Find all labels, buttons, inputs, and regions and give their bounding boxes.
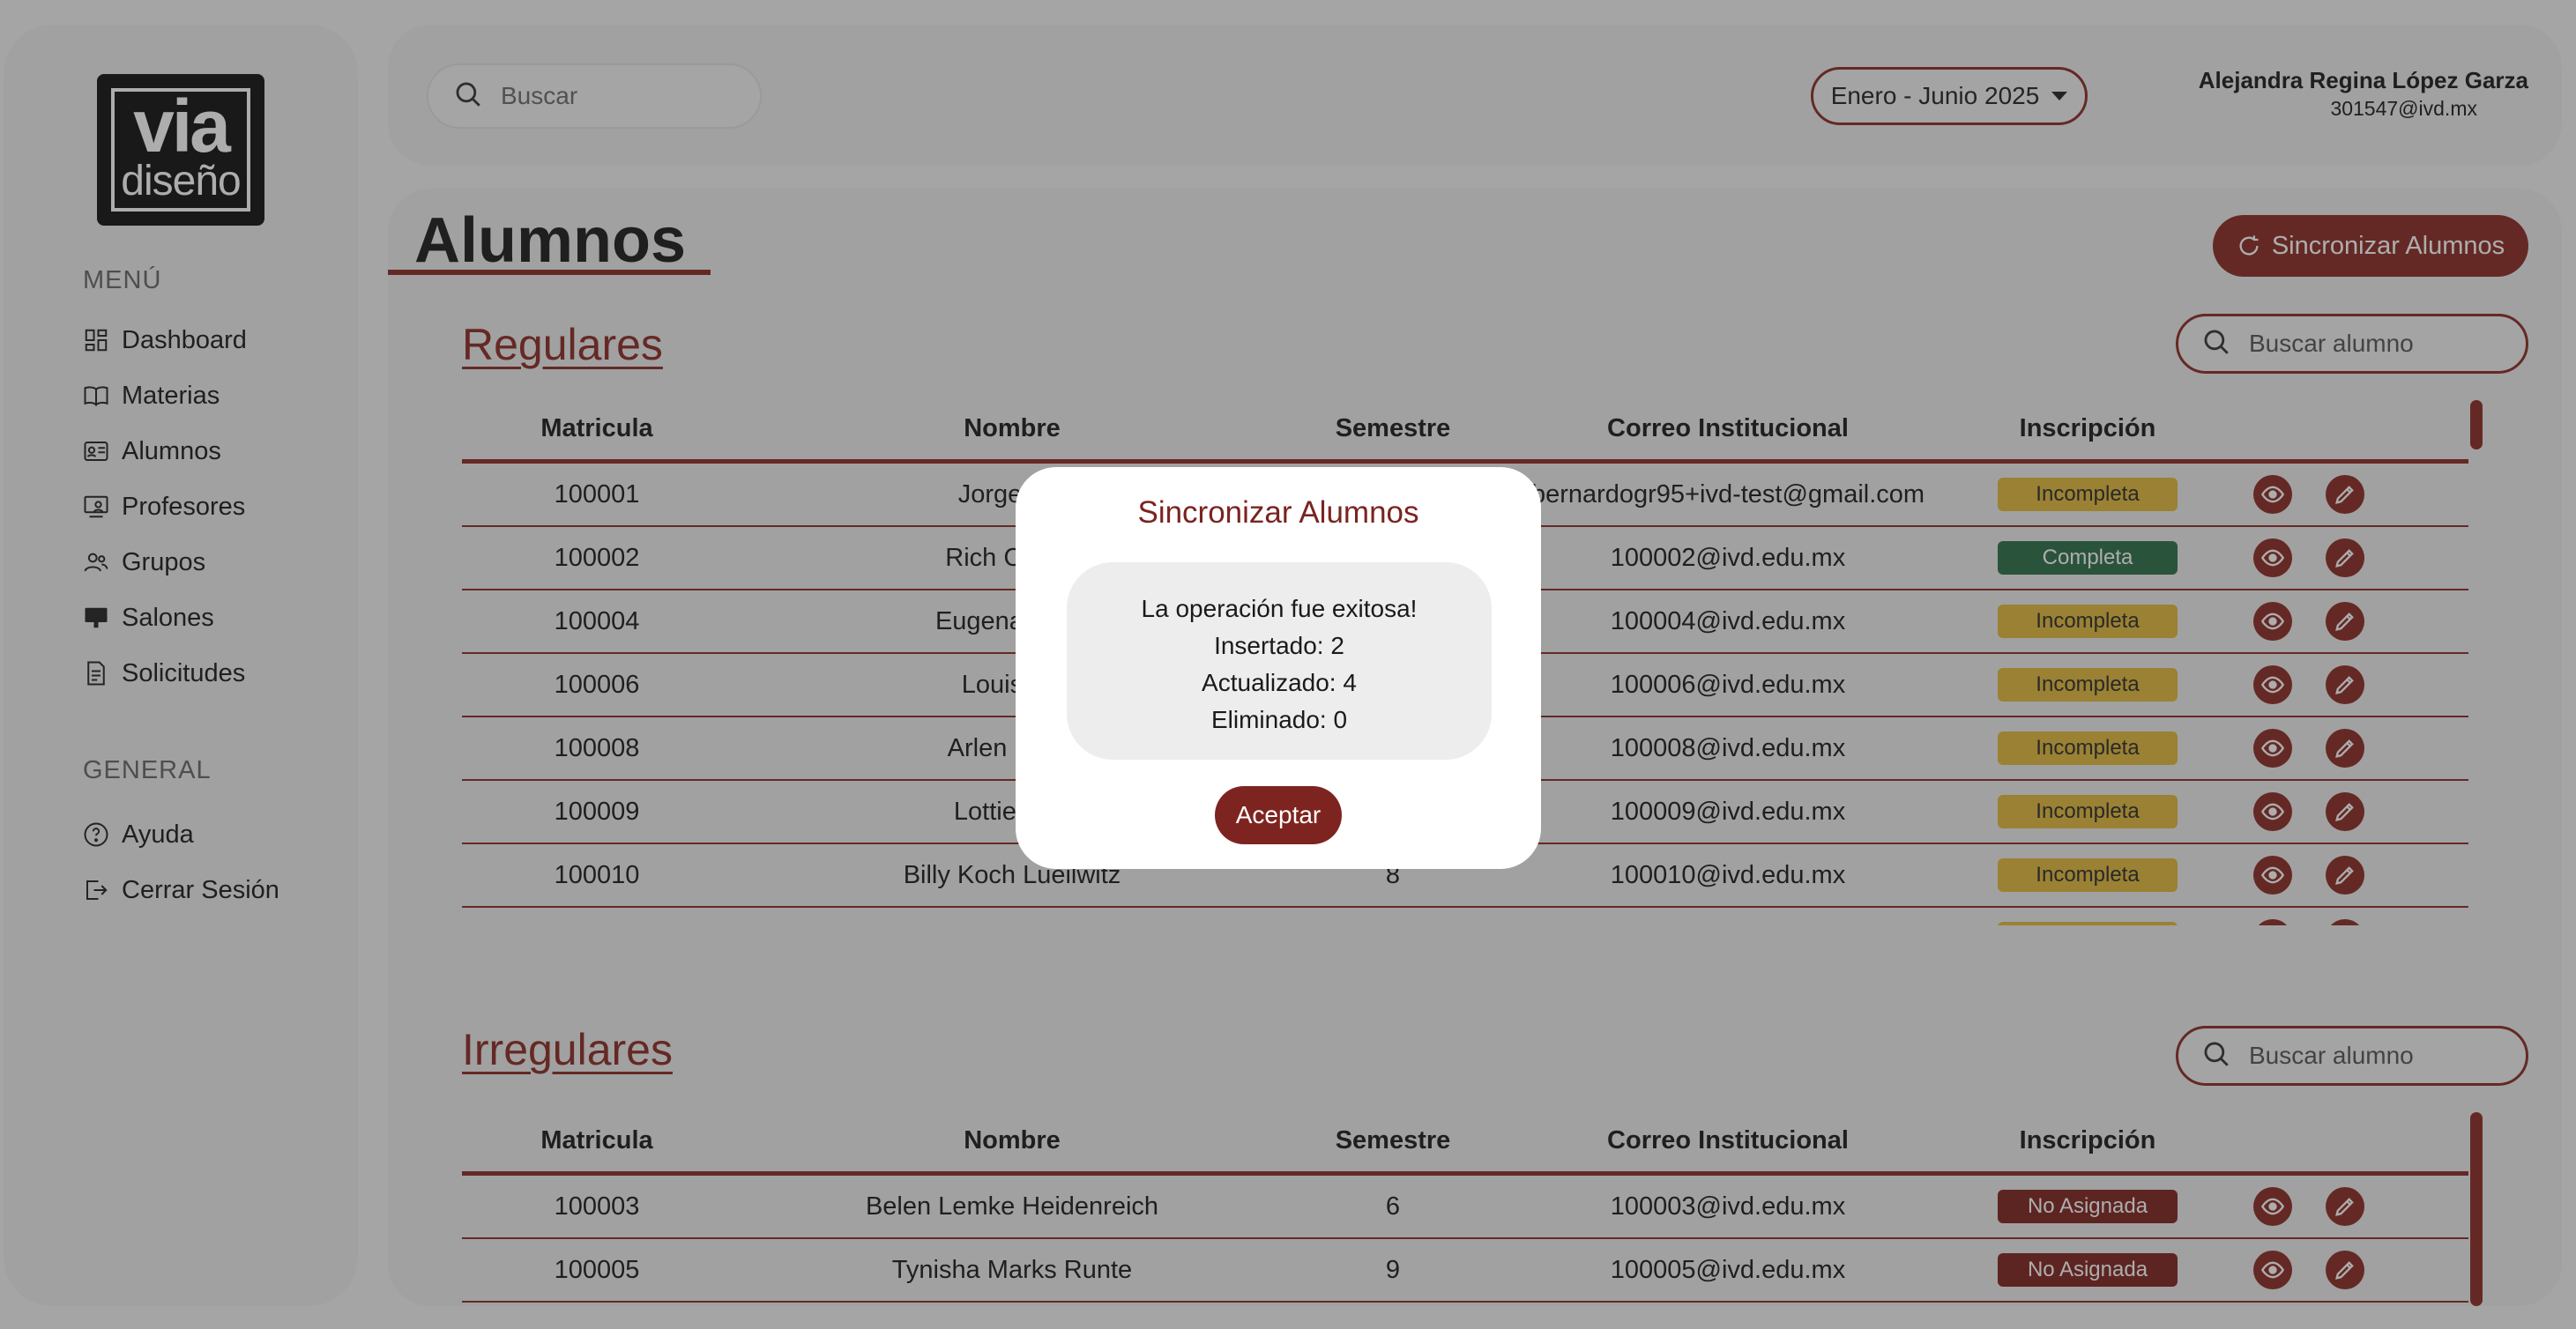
updated-count: Actualizado: 4	[1202, 669, 1357, 696]
deleted-count: Eliminado: 0	[1210, 706, 1348, 733]
accept-button[interactable]: Aceptar	[1215, 786, 1342, 844]
dialog-message-box: La operación fue exitosa! Insertado: 2 A…	[1067, 562, 1492, 760]
sync-result-dialog: Sincronizar Alumnos La operación fue exi…	[1016, 467, 1541, 869]
inserted-count: Insertado: 2	[1214, 632, 1344, 659]
dialog-title: Sincronizar Alumnos	[1137, 495, 1419, 530]
success-message: La operación fue exitosa!	[1141, 595, 1418, 622]
